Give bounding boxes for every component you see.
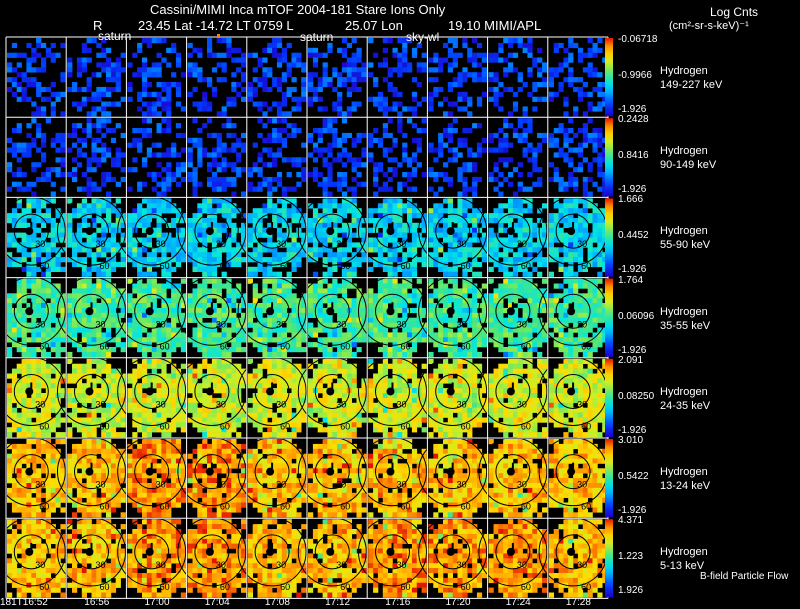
time-label: 181T16:52 bbox=[0, 597, 48, 608]
colorbar-max-label: 3.010 bbox=[618, 435, 644, 446]
row-species-label: Hydrogen bbox=[660, 65, 708, 77]
row-energy-label: 90-149 keV bbox=[660, 159, 717, 172]
row-species-label: Hydrogen bbox=[660, 305, 708, 318]
marker-icon bbox=[217, 34, 220, 38]
colorbar-mid-label: 0.4452 bbox=[618, 230, 649, 242]
row-species-label: Hydrogen bbox=[660, 145, 708, 158]
longitude-readout: 25.07 Lon bbox=[345, 18, 403, 33]
colorbar-max-label: 1.666 bbox=[618, 194, 644, 206]
time-label: 17:00 bbox=[144, 597, 170, 608]
target-label-sky: sky-wl bbox=[406, 30, 440, 44]
plot-title: Cassini/MIMI Inca mTOF 2004-181 Stare Io… bbox=[150, 2, 446, 17]
colorbar bbox=[605, 278, 613, 357]
time-label: 17:04 bbox=[204, 597, 230, 608]
colorbar bbox=[605, 519, 613, 598]
colorbar-min-label: 1.926 bbox=[618, 585, 644, 597]
colorbar-mid-label: 0.06096 bbox=[618, 310, 655, 322]
units-label: Log Cnts bbox=[710, 5, 759, 19]
row-energy-label: 35-55 keV bbox=[660, 319, 711, 332]
colorbar-max-label: 4.371 bbox=[618, 515, 644, 527]
colorbar bbox=[605, 439, 613, 518]
position-readout: 23.45 Lat -14.72 LT 0759 L bbox=[138, 18, 294, 33]
time-label: 17:28 bbox=[565, 597, 591, 608]
colorbar-max-label: 0.2428 bbox=[618, 114, 649, 126]
time-label: 16:56 bbox=[84, 597, 110, 608]
time-label: 17:12 bbox=[325, 597, 351, 608]
units-sublabel: (cm²-sr-s-keV)⁻¹ bbox=[669, 20, 749, 32]
row-energy-label: 55-90 keV bbox=[660, 239, 711, 252]
row-species-label: Hydrogen bbox=[660, 546, 708, 559]
row-energy-label: 24-35 keV bbox=[660, 399, 711, 412]
colorbar-max-label: -0.06718 bbox=[618, 34, 658, 45]
target-label-saturn-2: saturn bbox=[300, 30, 334, 44]
row-species-label: Hydrogen bbox=[660, 385, 708, 398]
colorbar bbox=[605, 118, 613, 197]
target-label-saturn-1: saturn bbox=[98, 29, 132, 43]
row-species-label: Hydrogen bbox=[660, 225, 708, 238]
colorbar-max-label: 2.091 bbox=[618, 354, 644, 366]
colorbar-mid-label: 0.08250 bbox=[618, 390, 655, 402]
colorbar bbox=[605, 358, 613, 437]
b-field-legend: B-field Particle Flow bbox=[700, 571, 789, 582]
time-label: 17:08 bbox=[264, 597, 290, 608]
row-energy-label: 13-24 keV bbox=[660, 480, 711, 492]
instrument-readout: 19.10 MIMI/APL bbox=[448, 18, 542, 33]
time-label: 17:16 bbox=[385, 597, 411, 608]
colorbar-mid-label: -0.9966 bbox=[618, 70, 652, 81]
row-species-label: Hydrogen bbox=[660, 466, 708, 478]
time-label: 17:20 bbox=[445, 597, 471, 608]
colorbar-mid-label: 1.223 bbox=[618, 551, 644, 563]
row-energy-label: 149-227 keV bbox=[660, 79, 723, 91]
colorbar bbox=[605, 38, 613, 117]
row-energy-label: 5-13 keV bbox=[660, 560, 705, 573]
time-label: 17:24 bbox=[505, 597, 531, 608]
colorbar-max-label: 1.764 bbox=[618, 274, 644, 286]
colorbar bbox=[605, 198, 613, 277]
colorbar-mid-label: 0.5422 bbox=[618, 471, 649, 482]
colorbar-mid-label: 0.8416 bbox=[618, 150, 649, 162]
